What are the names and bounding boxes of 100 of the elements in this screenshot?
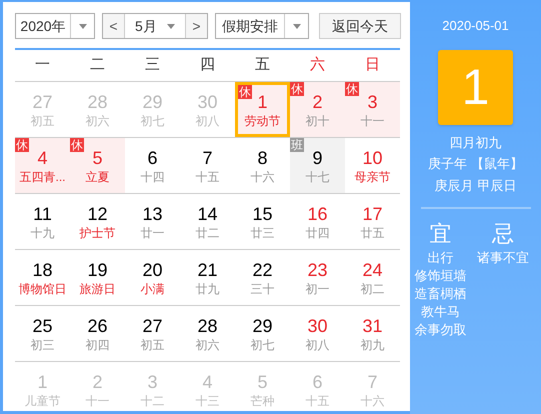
selected-date: 2020-05-01: [442, 17, 509, 35]
lunar-date: 初二: [360, 280, 384, 296]
day-number: 30: [197, 90, 218, 112]
day-cell[interactable]: 26 初四: [70, 306, 125, 361]
day-number: 7: [202, 146, 212, 168]
day-number: 2: [312, 90, 322, 112]
day-cell[interactable]: 25 初三: [15, 306, 70, 361]
day-cell[interactable]: 18 博物馆日: [15, 250, 70, 305]
day-cell[interactable]: 6 十四: [125, 138, 180, 193]
day-number: 21: [197, 258, 218, 280]
day-cell[interactable]: 23 初一: [290, 250, 345, 305]
day-number: 28: [197, 314, 218, 336]
lunar-date: 初五: [140, 336, 164, 352]
holiday-select[interactable]: 假期安排: [215, 13, 309, 39]
day-cell[interactable]: 20 小满: [125, 250, 180, 305]
day-cell[interactable]: 30 初八: [290, 306, 345, 361]
weekday-header: 五: [254, 55, 271, 76]
lunar-date: 儿童节: [24, 392, 60, 408]
lunar-date: 十四: [140, 168, 164, 184]
day-number: 5: [92, 146, 102, 168]
lunar-date: 初十: [306, 112, 330, 128]
weekday-header: 四: [199, 55, 216, 76]
day-number: 15: [252, 202, 273, 224]
day-cell[interactable]: 22 三十: [235, 250, 290, 305]
day-number: 29: [252, 314, 273, 336]
lunar-date: 十六: [360, 392, 384, 408]
day-cell[interactable]: 21 廿九: [180, 250, 235, 305]
day-cell[interactable]: 班 9 十七: [290, 138, 345, 193]
lunar-date: 初一: [306, 280, 330, 296]
day-number: 6: [312, 370, 322, 392]
day-cell[interactable]: 8 十六: [235, 138, 290, 193]
lunar-date: 初五: [30, 112, 54, 128]
day-cell[interactable]: 28 初六: [180, 306, 235, 361]
day-number: 14: [197, 202, 218, 224]
day-cell[interactable]: 17 廿五: [345, 194, 400, 249]
day-number: 30: [307, 314, 328, 336]
day-number: 22: [252, 258, 273, 280]
day-cell[interactable]: 休 4 五四青...: [15, 138, 70, 193]
lunar-date: 初四: [86, 336, 110, 352]
lunar-date: 初六: [196, 336, 220, 352]
lunar-date: 博物馆日: [18, 280, 66, 296]
lunar-date: 廿五: [360, 224, 384, 240]
lunar-date: 初九: [360, 336, 384, 352]
day-number: 26: [87, 314, 108, 336]
day-cell[interactable]: 16 廿四: [290, 194, 345, 249]
lunar-date: 十一: [86, 392, 110, 408]
day-number: 27: [142, 314, 163, 336]
lunar-date: 初七: [250, 336, 274, 352]
holiday-badge: 休: [345, 82, 359, 96]
lunar-date: 廿四: [306, 224, 330, 240]
day-number: 17: [362, 202, 383, 224]
caret-icon: [78, 24, 86, 28]
day-cell[interactable]: 19 旅游日: [70, 250, 125, 305]
day-cell[interactable]: 休 5 立夏: [70, 138, 125, 193]
day-cell[interactable]: 休 2 初十: [290, 82, 345, 137]
day-number: 27: [32, 90, 53, 112]
day-number: 13: [142, 202, 163, 224]
lunar-date: 初八: [196, 112, 220, 128]
day-number: 23: [307, 258, 328, 280]
day-number: 11: [33, 202, 52, 224]
suitable-activity: 余事勿取: [414, 321, 466, 339]
day-cell[interactable]: 27 初五: [125, 306, 180, 361]
day-number: 3: [147, 370, 158, 392]
suitable-activity: 教牛马: [421, 303, 460, 321]
day-cell[interactable]: 29 初七: [235, 306, 290, 361]
day-number: 7: [367, 370, 378, 392]
lunar-date: 十二: [140, 392, 164, 408]
year-select[interactable]: 2020年: [15, 13, 95, 39]
lunar-date: 廿三: [250, 224, 274, 240]
day-number: 1: [257, 90, 268, 112]
day-cell[interactable]: 15 廿三: [235, 194, 290, 249]
lunar-date: 廿二: [196, 224, 220, 240]
lunar-date: 十九: [30, 224, 54, 240]
day-cell[interactable]: 7 十五: [180, 138, 235, 193]
day-number: 5: [257, 370, 268, 392]
day-cell[interactable]: 11 十九: [15, 194, 70, 249]
yi-title: 宜: [430, 220, 452, 248]
big-day-tile: 1: [438, 50, 513, 124]
day-cell[interactable]: 12 护士节: [70, 194, 125, 249]
day-cell[interactable]: 24 初二: [345, 250, 400, 305]
day-cell[interactable]: 10 母亲节: [345, 138, 400, 193]
caret-icon: [292, 24, 300, 28]
lunar-date: 初七: [140, 112, 164, 128]
holiday-badge: 休: [238, 85, 252, 99]
day-number: 9: [312, 146, 322, 168]
lunar-date: 初三: [30, 336, 54, 352]
day-cell[interactable]: 休 3 十一: [345, 82, 400, 137]
day-cell[interactable]: 14 廿二: [180, 194, 235, 249]
today-button[interactable]: 返回今天: [319, 13, 401, 39]
lunar-date: 母亲节: [354, 168, 390, 184]
day-cell[interactable]: 31 初九: [345, 306, 400, 361]
day-number: 31: [362, 314, 383, 336]
suitable-activity: 修饰垣墙: [414, 267, 466, 285]
day-number: 1: [37, 370, 48, 392]
avoid-activity: 诸事不宜: [477, 249, 529, 267]
day-number: 25: [32, 314, 53, 336]
day-cell[interactable]: 休 1 劳动节: [235, 82, 290, 137]
holiday-badge: 休: [15, 138, 29, 152]
day-cell[interactable]: 13 廿一: [125, 194, 180, 249]
day-number: 24: [362, 258, 383, 280]
